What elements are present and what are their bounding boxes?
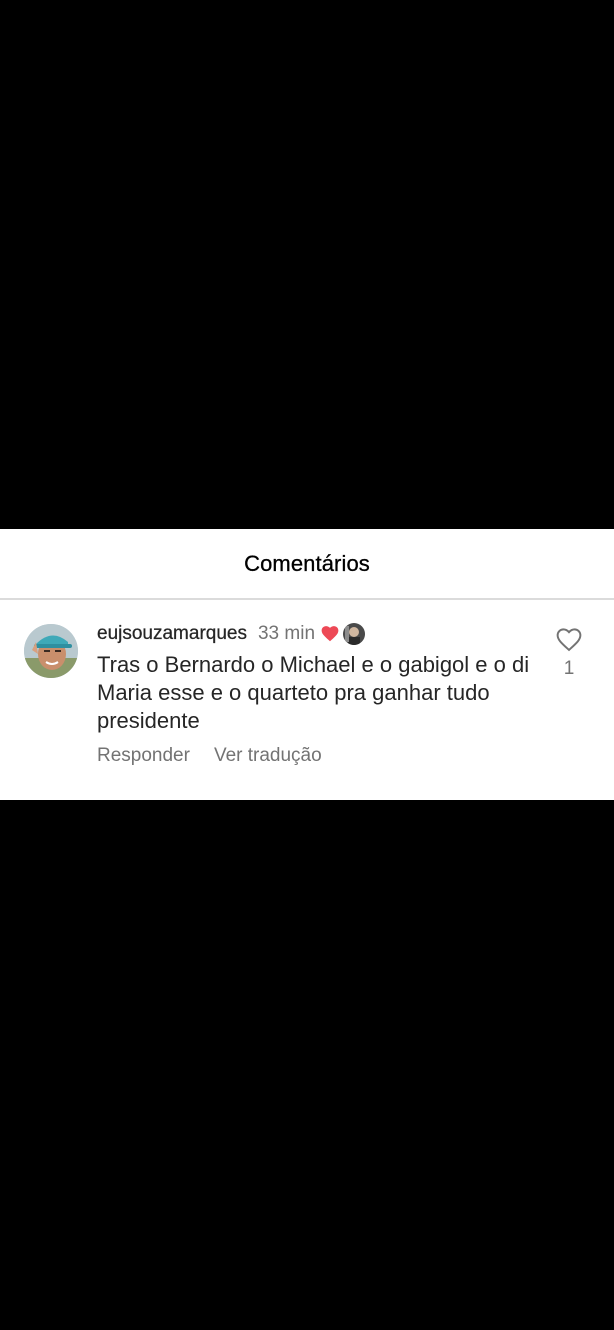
author-avatar: [343, 623, 366, 645]
heart-outline-icon[interactable]: [556, 628, 582, 652]
like-count: 1: [563, 658, 575, 679]
comment-item: eujsouzamarques 33 min Tras o Bernardo o…: [0, 600, 614, 798]
comment-time: 33 min: [257, 623, 316, 644]
comments-panel: Comentários eujsouzamarques 33 min Tras …: [0, 529, 614, 800]
comment-body: eujsouzamarques 33 min Tras o Bernardo o…: [97, 621, 547, 767]
reply-button[interactable]: Responder: [97, 745, 190, 767]
translate-button[interactable]: Ver tradução: [214, 745, 322, 767]
comment-username[interactable]: eujsouzamarques: [97, 623, 247, 645]
panel-header: Comentários: [0, 529, 614, 600]
comment-text: Tras o Bernardo o Michael e o gabigol e …: [97, 652, 530, 733]
heart-filled-icon: [321, 626, 339, 642]
screen: Comentários eujsouzamarques 33 min Tras …: [0, 0, 614, 1330]
user-avatar[interactable]: [24, 624, 78, 678]
comment-like: 1: [548, 628, 590, 680]
panel-title: Comentários: [244, 550, 370, 576]
comment-actions: Responder Ver tradução: [97, 745, 547, 767]
comment-meta: eujsouzamarques 33 min: [97, 621, 547, 647]
avatar-image: [24, 624, 78, 678]
